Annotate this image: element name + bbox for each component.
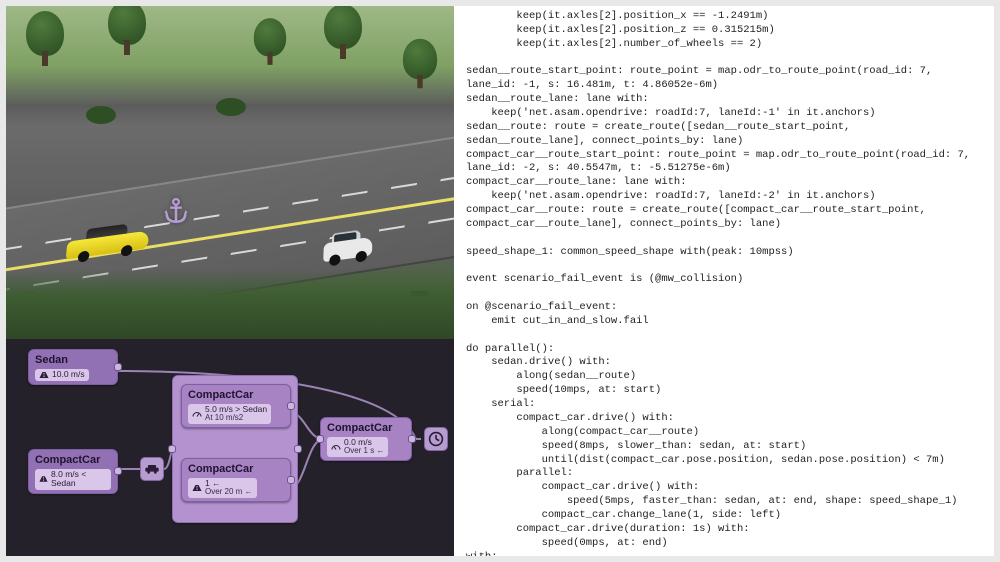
bush-icon bbox=[216, 98, 246, 116]
node-title: CompactCar bbox=[182, 385, 290, 403]
anchor-icon[interactable] bbox=[162, 196, 190, 231]
output-port[interactable] bbox=[294, 445, 302, 453]
accel-badge: 5.0 m/s > Sedan At 10 m/s2 bbox=[188, 404, 271, 424]
output-port[interactable] bbox=[287, 402, 295, 410]
node-compactcar-stop[interactable]: CompactCar 0.0 m/s Over 1 s ← bbox=[320, 417, 412, 461]
accel-line2: At 10 m/s2 bbox=[205, 414, 267, 423]
clock-icon bbox=[428, 431, 444, 447]
speed-badge: 10.0 m/s bbox=[35, 369, 89, 381]
lane-line2: Over 20 m ← bbox=[205, 488, 253, 497]
node-compactcar-lane[interactable]: CompactCar 1 ← Over 20 m ← bbox=[181, 458, 291, 502]
speed-line2: Over 1 s ← bbox=[344, 447, 384, 456]
road-icon bbox=[39, 370, 49, 380]
bush-icon bbox=[86, 106, 116, 124]
output-port[interactable] bbox=[408, 435, 416, 443]
left-column: Sedan 10.0 m/s CompactCar bbox=[6, 6, 454, 556]
node-sedan[interactable]: Sedan 10.0 m/s bbox=[28, 349, 118, 385]
app-split: Sedan 10.0 m/s CompactCar bbox=[6, 6, 994, 556]
output-port[interactable] bbox=[287, 476, 295, 484]
node-compactcar-start[interactable]: CompactCar 8.0 m/s < Sedan bbox=[28, 449, 118, 494]
speed-value: 10.0 m/s bbox=[52, 370, 85, 379]
road-center-line bbox=[6, 146, 454, 290]
node-compactcar-speed[interactable]: CompactCar 5.0 m/s > Sedan At 10 m/s2 bbox=[181, 384, 291, 428]
tree-icon bbox=[254, 18, 286, 65]
road-icon bbox=[39, 474, 48, 484]
vehicle-chip[interactable] bbox=[140, 457, 164, 481]
compact-car-vehicle[interactable] bbox=[323, 228, 373, 264]
timer-chip[interactable] bbox=[424, 427, 448, 451]
speed-badge: 8.0 m/s < Sedan bbox=[35, 469, 111, 490]
input-port[interactable] bbox=[316, 435, 324, 443]
gauge-icon bbox=[192, 409, 202, 419]
output-port[interactable] bbox=[114, 467, 122, 475]
input-port[interactable] bbox=[168, 445, 176, 453]
gauge-icon bbox=[331, 442, 341, 452]
scenario-3d-viewport[interactable] bbox=[6, 6, 454, 339]
node-title: CompactCar bbox=[29, 450, 117, 468]
tree-icon bbox=[324, 6, 362, 59]
output-port[interactable] bbox=[114, 363, 122, 371]
node-title: CompactCar bbox=[182, 459, 290, 477]
speed-value: 8.0 m/s < Sedan bbox=[51, 470, 107, 489]
lane-badge: 1 ← Over 20 m ← bbox=[188, 478, 257, 498]
node-title: CompactCar bbox=[321, 418, 411, 436]
parallel-group[interactable]: CompactCar 5.0 m/s > Sedan At 10 m/s2 bbox=[172, 375, 298, 523]
tree-icon bbox=[403, 39, 437, 89]
node-title: Sedan bbox=[29, 350, 117, 368]
scenario-graph-editor[interactable]: Sedan 10.0 m/s CompactCar bbox=[6, 339, 454, 556]
tree-icon bbox=[26, 11, 64, 66]
scenario-code[interactable]: keep(it.axles[2].position_x == -1.2491m)… bbox=[464, 6, 988, 556]
speed-badge: 0.0 m/s Over 1 s ← bbox=[327, 437, 388, 457]
code-editor-panel[interactable]: keep(it.axles[2].position_x == -1.2491m)… bbox=[454, 6, 994, 556]
terrain-foreground bbox=[6, 269, 454, 339]
tree-icon bbox=[108, 6, 146, 55]
road-icon bbox=[192, 483, 202, 493]
